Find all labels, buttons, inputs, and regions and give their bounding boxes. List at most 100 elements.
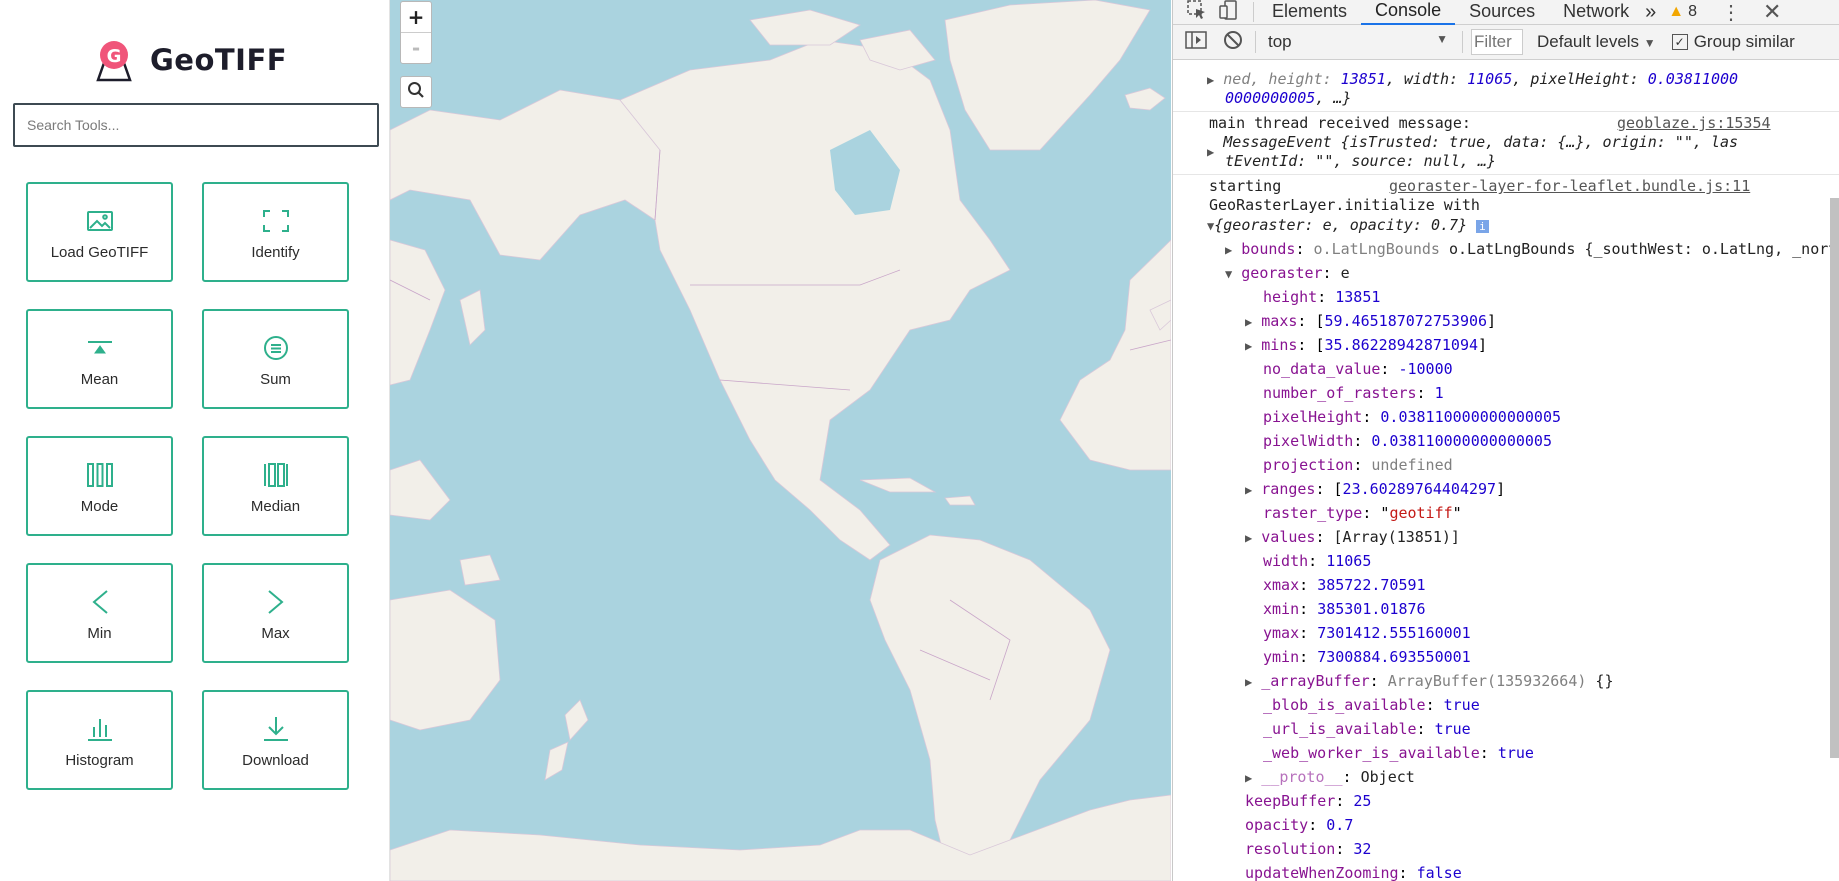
prop-values[interactable]: ▶ values: [Array(13851)] (1245, 528, 1460, 548)
mean-button[interactable]: Mean (26, 309, 173, 409)
warnings-counter[interactable]: ▲ 8 (1668, 3, 1697, 21)
divider (1253, 2, 1254, 22)
console-line: tEventId: "", source: null, …} (1225, 152, 1496, 170)
prop-pixel-width: pixelWidth: 0.038110000000000005 (1263, 432, 1552, 450)
download-button[interactable]: Download (202, 690, 349, 790)
divider (1173, 174, 1839, 175)
object-header[interactable]: ▼{georaster: e, opacity: 0.7} i (1207, 216, 1489, 236)
tab-sources[interactable]: Sources (1455, 0, 1549, 24)
context-selector[interactable]: top ▼ (1268, 32, 1448, 52)
chevron-left-icon (85, 589, 115, 615)
min-button[interactable]: Min (26, 563, 173, 663)
tool-label: Mode (80, 498, 119, 515)
svg-text:G: G (107, 46, 122, 67)
app-logo: G GeoTIFF (92, 36, 287, 84)
console-message: starting (1209, 177, 1282, 195)
map-view[interactable]: + - (390, 0, 1171, 881)
prop-projection: projection: undefined (1263, 456, 1453, 474)
devtools-panel: Elements Console Sources Network » ▲ 8 ⋮… (1172, 0, 1839, 881)
identify-button[interactable]: Identify (202, 182, 349, 282)
console-output[interactable]: ▶ ned, height: 13851, width: 11065, pixe… (1173, 70, 1839, 881)
download-icon (261, 716, 291, 742)
tool-label: Sum (260, 371, 291, 388)
zoom-out-button[interactable]: - (401, 32, 431, 63)
console-line: ▶ ned, height: 13851, width: 11065, pixe… (1207, 70, 1739, 88)
log-levels-dropdown[interactable]: Default levels ▼ (1537, 32, 1656, 52)
group-similar-label: Group similar (1693, 32, 1795, 51)
chevron-right-icon (261, 589, 291, 615)
prop-mins[interactable]: ▶ mins: [35.86228942871094] (1245, 336, 1487, 356)
mode-button[interactable]: Mode (26, 436, 173, 536)
prop-array-buffer[interactable]: ▶ _arrayBuffer: ArrayBuffer(135932664) {… (1245, 672, 1613, 692)
prop-width: width: 11065 (1263, 552, 1372, 570)
tab-network[interactable]: Network (1549, 0, 1643, 24)
prop-proto[interactable]: ▶ __proto__: Object (1245, 768, 1415, 788)
prop-no-data-value: no_data_value: -10000 (1263, 360, 1453, 378)
prop-height: height: 13851 (1263, 288, 1381, 306)
source-link[interactable]: geoblaze.js:15354 (1617, 114, 1771, 133)
sidebar-toggle-icon[interactable] (1185, 30, 1207, 54)
prop-url-available: _url_is_available: true (1263, 720, 1471, 738)
divider (1462, 31, 1463, 53)
chevron-down-icon: ▼ (1436, 32, 1448, 46)
mode-bars-icon (85, 462, 115, 488)
tool-label: Max (261, 625, 290, 642)
tools-sidebar: G GeoTIFF Load GeoTIFF Identify Mean Sum (0, 0, 390, 881)
warning-icon: ▲ (1668, 3, 1685, 20)
geotiff-pin-icon: G (92, 37, 136, 83)
tool-label: Load GeoTIFF (50, 244, 149, 261)
context-value: top (1268, 32, 1292, 51)
tool-label: Median (250, 498, 301, 515)
tool-label: Download (242, 752, 309, 769)
tool-label: Mean (80, 371, 119, 388)
source-link[interactable]: georaster-layer-for-leaflet.bundle.js:11 (1389, 177, 1750, 196)
prop-xmin: xmin: 385301.01876 (1263, 600, 1426, 618)
close-icon[interactable]: ✕ (1763, 0, 1781, 25)
prop-ymax: ymax: 7301412.555160001 (1263, 624, 1471, 642)
prop-keep-buffer: keepBuffer: 25 (1245, 792, 1372, 810)
sum-button[interactable]: Sum (202, 309, 349, 409)
kebab-menu-icon[interactable]: ⋮ (1721, 0, 1741, 25)
console-line[interactable]: ▶ MessageEvent {isTrusted: true, data: {… (1207, 133, 1738, 159)
more-tabs-button[interactable]: » (1645, 1, 1656, 24)
prop-number-of-rasters: number_of_rasters: 1 (1263, 384, 1444, 402)
median-bars-icon (261, 462, 291, 488)
zoom-in-button[interactable]: + (401, 2, 431, 32)
prop-ranges[interactable]: ▶ ranges: [23.60289764404297] (1245, 480, 1505, 500)
device-toggle-icon[interactable] (1219, 0, 1239, 25)
info-icon: i (1476, 220, 1489, 233)
console-filter-input[interactable] (1471, 29, 1523, 55)
image-icon (85, 208, 115, 234)
prop-raster-type: raster_type: "geotiff" (1263, 504, 1462, 522)
prop-web-worker-available: _web_worker_is_available: true (1263, 744, 1534, 762)
warning-count: 8 (1688, 3, 1698, 20)
search-icon (407, 81, 425, 104)
checkbox-checked-icon: ✓ (1671, 34, 1688, 50)
clear-console-icon[interactable] (1223, 30, 1243, 55)
app-title: GeoTIFF (150, 43, 288, 77)
console-line: 0000000005, …} (1225, 89, 1352, 107)
search-tools-input[interactable] (13, 103, 379, 147)
histogram-icon (85, 716, 115, 742)
prop-resolution: resolution: 32 (1245, 840, 1372, 858)
histogram-button[interactable]: Histogram (26, 690, 173, 790)
tool-label: Histogram (65, 752, 134, 769)
chevron-down-icon: ▼ (1643, 36, 1656, 50)
median-button[interactable]: Median (202, 436, 349, 536)
prop-ymin: ymin: 7300884.693550001 (1263, 648, 1471, 666)
tab-console[interactable]: Console (1361, 0, 1456, 25)
tool-label: Identify (251, 244, 300, 261)
load-geotiff-button[interactable]: Load GeoTIFF (26, 182, 173, 282)
group-similar-checkbox[interactable]: ✓ Group similar (1671, 32, 1795, 52)
world-basemap[interactable] (390, 0, 1171, 881)
prop-xmax: xmax: 385722.70591 (1263, 576, 1426, 594)
prop-maxs[interactable]: ▶ maxs: [59.465187072753906] (1245, 312, 1496, 332)
tab-elements[interactable]: Elements (1258, 0, 1361, 24)
console-scrollbar[interactable] (1830, 198, 1839, 758)
map-search-button[interactable] (400, 76, 432, 108)
inspect-element-icon[interactable] (1187, 0, 1205, 25)
prop-georaster[interactable]: ▼ georaster: e (1225, 264, 1350, 284)
max-button[interactable]: Max (202, 563, 349, 663)
prop-opacity: opacity: 0.7 (1245, 816, 1354, 834)
prop-bounds[interactable]: ▶ bounds: o.LatLngBounds o.LatLngBounds … (1225, 240, 1839, 260)
